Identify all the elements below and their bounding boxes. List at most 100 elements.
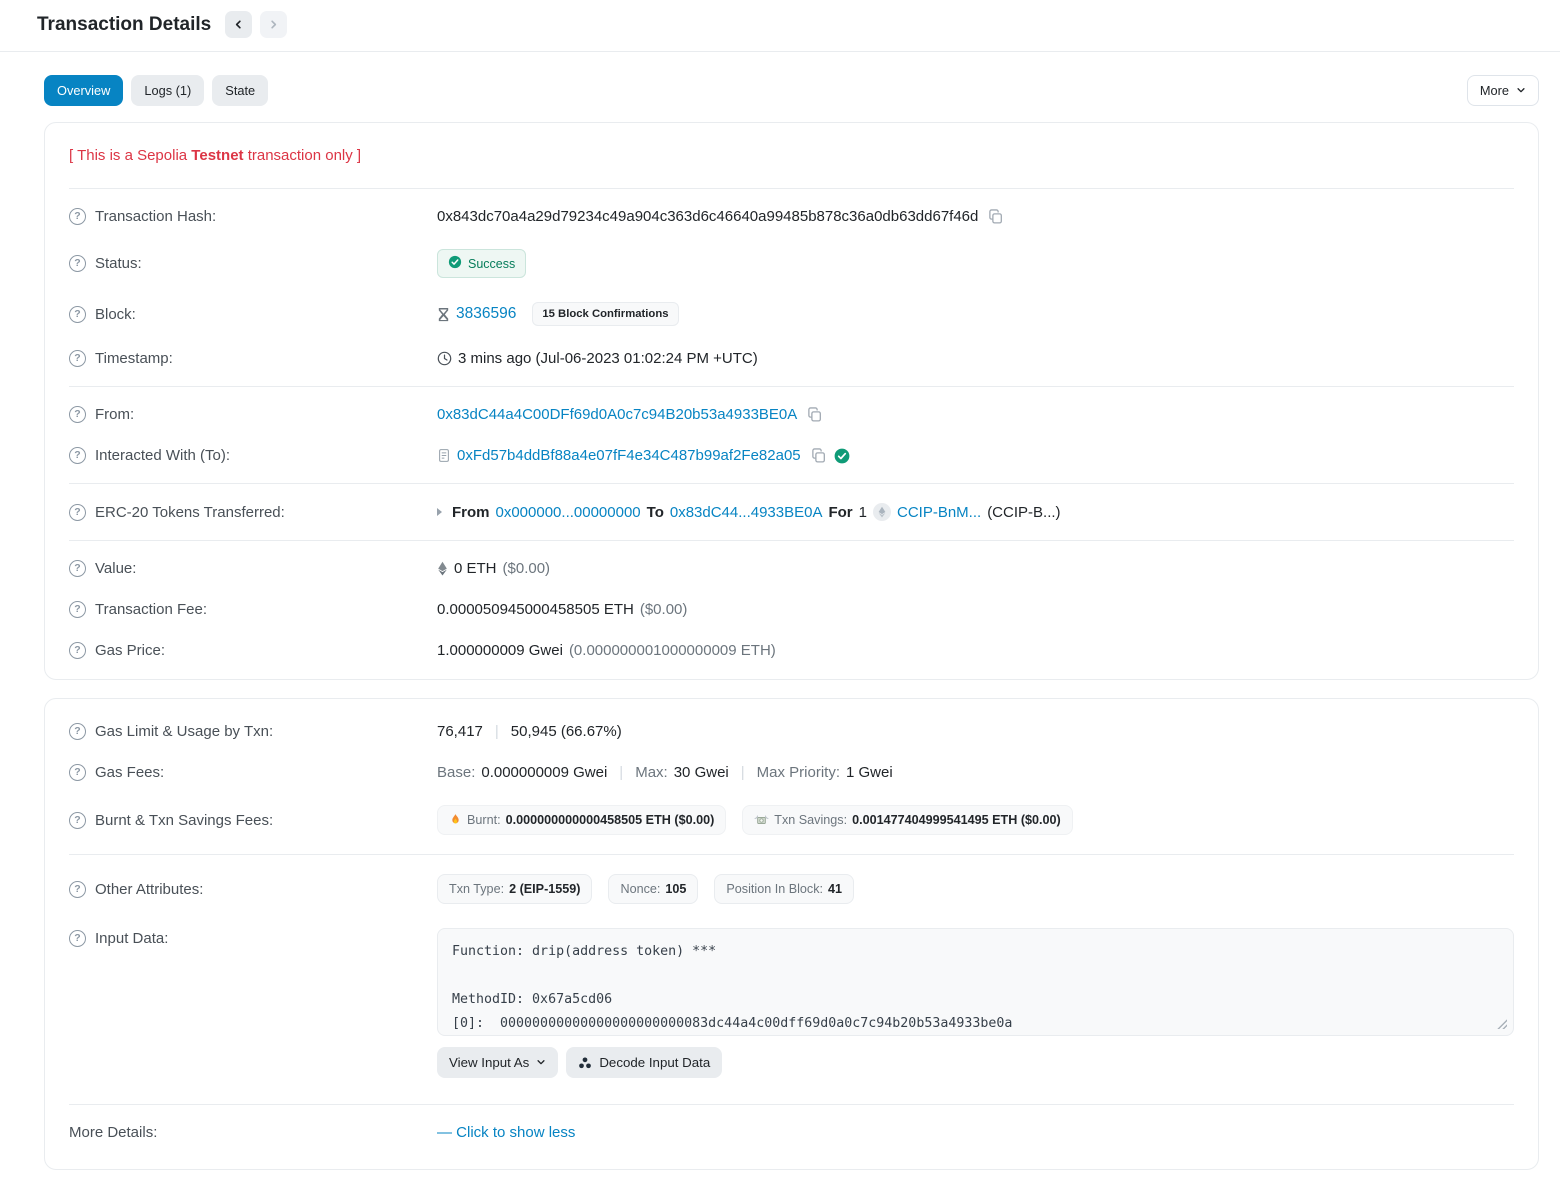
gas-usage-value: 50,945 (66.67%) — [511, 723, 622, 740]
block-confirmations-badge: 15 Block Confirmations — [532, 302, 678, 326]
input-data-label: Input Data: — [95, 930, 168, 947]
decode-circles-icon — [578, 1056, 592, 1070]
divider — [69, 854, 1514, 855]
chevron-down-icon — [536, 1055, 546, 1070]
base-fee-value: 0.000000009 Gwei — [481, 764, 607, 781]
value-label: Value: — [95, 560, 136, 577]
view-input-as-label: View Input As — [449, 1055, 529, 1070]
help-icon[interactable] — [69, 723, 86, 740]
copy-icon[interactable] — [807, 448, 826, 463]
details-card: Gas Limit & Usage by Txn: 76,417 | 50,94… — [44, 698, 1539, 1170]
value-amount: 0 ETH — [454, 560, 497, 577]
chevron-right-icon — [268, 19, 279, 30]
tab-overview[interactable]: Overview — [44, 75, 123, 106]
show-less-link[interactable]: — Click to show less — [437, 1124, 575, 1141]
block-number-link[interactable]: 3836596 — [456, 305, 516, 323]
help-icon[interactable] — [69, 306, 86, 323]
nonce-label: Nonce: — [620, 882, 660, 896]
txn-type-value: 2 (EIP-1559) — [509, 882, 580, 896]
contract-document-icon — [437, 448, 451, 463]
max-priority-value: 1 Gwei — [846, 764, 893, 781]
max-fee-label: Max: — [635, 764, 668, 781]
from-label: From: — [95, 406, 134, 423]
txn-savings-badge: Txn Savings: 0.001477404999541495 ETH ($… — [742, 805, 1072, 835]
help-icon[interactable] — [69, 601, 86, 618]
testnet-warning: [ This is a Sepolia Testnet transaction … — [69, 131, 1514, 181]
erc20-amount: 1 — [859, 504, 867, 521]
help-icon[interactable] — [69, 208, 86, 225]
input-data-textarea[interactable]: Function: drip(address token) *** Method… — [437, 928, 1514, 1036]
help-icon[interactable] — [69, 764, 86, 781]
row-input-data: Input Data: Function: drip(address token… — [69, 916, 1514, 1090]
tab-state[interactable]: State — [212, 75, 268, 106]
nonce-badge: Nonce: 105 — [608, 874, 698, 904]
help-icon[interactable] — [69, 255, 86, 272]
help-icon[interactable] — [69, 560, 86, 577]
view-input-as-button[interactable]: View Input As — [437, 1047, 558, 1078]
status-badge: Success — [437, 249, 526, 278]
row-block: Block: 3836596 15 Block Confirmations — [69, 290, 1514, 338]
divider — [69, 188, 1514, 189]
token-icon — [873, 503, 891, 521]
help-icon[interactable] — [69, 930, 86, 947]
row-burnt-savings: Burnt & Txn Savings Fees: Burnt: 0.00000… — [69, 793, 1514, 847]
next-transaction-button[interactable] — [260, 11, 287, 38]
erc20-label: ERC-20 Tokens Transferred: — [95, 504, 285, 521]
chevron-left-icon — [233, 19, 244, 30]
row-gas-fees: Gas Fees: Base: 0.000000009 Gwei | Max: … — [69, 752, 1514, 793]
divider — [69, 483, 1514, 484]
help-icon[interactable] — [69, 812, 86, 829]
row-other-attributes: Other Attributes: Txn Type: 2 (EIP-1559)… — [69, 862, 1514, 916]
position-value: 41 — [828, 882, 842, 896]
burnt-fee-badge: Burnt: 0.000000000000458505 ETH ($0.00) — [437, 805, 726, 835]
gas-fees-label: Gas Fees: — [95, 764, 164, 781]
row-value: Value: 0 ETH ($0.00) — [69, 548, 1514, 589]
gas-limit-label: Gas Limit & Usage by Txn: — [95, 723, 273, 740]
help-icon[interactable] — [69, 447, 86, 464]
value-usd: ($0.00) — [503, 560, 551, 577]
timestamp-value: 3 mins ago (Jul-06-2023 01:02:24 PM +UTC… — [458, 350, 758, 367]
position-label: Position In Block: — [726, 882, 823, 896]
separator: | — [489, 723, 505, 740]
gas-price-amount: 1.000000009 Gwei — [437, 642, 563, 659]
separator: | — [613, 764, 629, 781]
more-details-label: More Details: — [69, 1124, 157, 1141]
gas-limit-value: 76,417 — [437, 723, 483, 740]
decode-input-data-button[interactable]: Decode Input Data — [566, 1047, 722, 1078]
help-icon[interactable] — [69, 504, 86, 521]
position-in-block-badge: Position In Block: 41 — [714, 874, 854, 904]
max-priority-label: Max Priority: — [757, 764, 840, 781]
base-fee-label: Base: — [437, 764, 475, 781]
hourglass-icon — [437, 307, 450, 322]
copy-icon[interactable] — [984, 209, 1003, 224]
erc20-from-address-link[interactable]: 0x000000...00000000 — [496, 504, 641, 521]
page-header: Transaction Details — [0, 0, 1560, 51]
help-icon[interactable] — [69, 642, 86, 659]
row-gas-limit: Gas Limit & Usage by Txn: 76,417 | 50,94… — [69, 707, 1514, 752]
to-address-link[interactable]: 0xFd57b4ddBf88a4e07fF4e34C487b99af2Fe82a… — [457, 447, 801, 464]
prev-transaction-button[interactable] — [225, 11, 252, 38]
erc20-from-word: From — [452, 504, 490, 521]
chevron-right-icon — [437, 508, 442, 516]
testnet-warning-post: transaction only ] — [244, 147, 362, 164]
erc20-to-address-link[interactable]: 0x83dC44...4933BE0A — [670, 504, 823, 521]
erc20-token-link[interactable]: CCIP-BnM... — [897, 504, 981, 521]
divider — [69, 386, 1514, 387]
help-icon[interactable] — [69, 406, 86, 423]
divider — [69, 1104, 1514, 1105]
testnet-warning-bold: Testnet — [191, 147, 243, 164]
other-attributes-label: Other Attributes: — [95, 881, 203, 898]
txn-type-badge: Txn Type: 2 (EIP-1559) — [437, 874, 592, 904]
more-button[interactable]: More — [1467, 75, 1539, 106]
copy-icon[interactable] — [803, 407, 822, 422]
help-icon[interactable] — [69, 881, 86, 898]
interacted-with-label: Interacted With (To): — [95, 447, 230, 464]
page-title: Transaction Details — [37, 14, 211, 36]
row-timestamp: Timestamp: 3 mins ago (Jul-06-2023 01:02… — [69, 338, 1514, 379]
tab-logs[interactable]: Logs (1) — [131, 75, 204, 106]
transaction-hash-label: Transaction Hash: — [95, 208, 216, 225]
more-button-label: More — [1480, 83, 1509, 98]
help-icon[interactable] — [69, 350, 86, 367]
row-from: From: 0x83dC44a4C00DFf69d0A0c7c94B20b53a… — [69, 394, 1514, 435]
from-address-link[interactable]: 0x83dC44a4C00DFf69d0A0c7c94B20b53a4933BE… — [437, 406, 797, 423]
